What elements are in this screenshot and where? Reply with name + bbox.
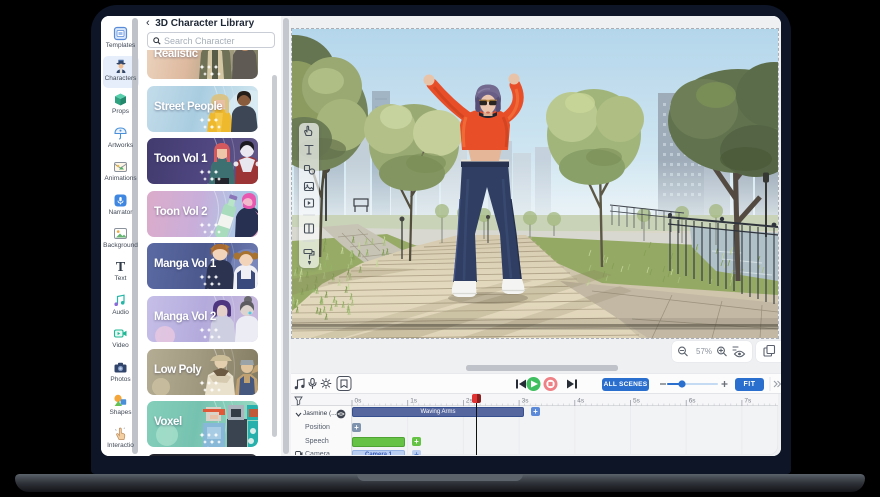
svg-text:7s: 7s [744, 398, 752, 405]
svg-text:T: T [116, 260, 126, 274]
svg-text:5s: 5s [633, 398, 641, 405]
svg-text:3s: 3s [522, 398, 530, 405]
svg-text:4s: 4s [577, 398, 585, 405]
svg-text:6s: 6s [689, 398, 697, 405]
svg-text:0s: 0s [355, 398, 363, 405]
svg-text:1s: 1s [410, 398, 418, 405]
